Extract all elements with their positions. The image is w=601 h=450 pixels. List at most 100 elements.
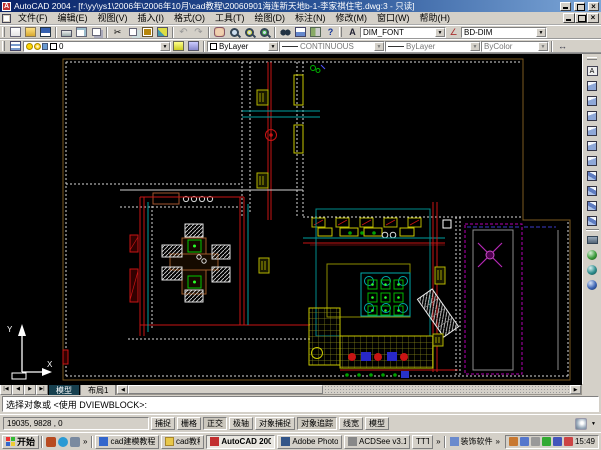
start-button[interactable]: 开始 bbox=[2, 435, 39, 449]
text-style-combo[interactable]: DIM_FONT bbox=[360, 27, 446, 38]
next-tab-button[interactable] bbox=[24, 384, 36, 395]
toggle-snap[interactable]: 捕捉 bbox=[151, 417, 175, 430]
toggle-grid[interactable]: 栅格 bbox=[177, 417, 201, 430]
make-object-layer-current-button[interactable] bbox=[171, 40, 186, 53]
chevron-down-icon[interactable] bbox=[268, 42, 278, 51]
toolbar-grip[interactable] bbox=[2, 27, 5, 37]
status-tray-menu-icon[interactable] bbox=[589, 421, 598, 427]
first-tab-button[interactable] bbox=[0, 384, 12, 395]
match-properties-button[interactable] bbox=[155, 26, 170, 39]
task-acdsee[interactable]: ACDSee v3.1... bbox=[344, 435, 410, 449]
dimension-linear-button[interactable] bbox=[555, 40, 570, 53]
toggle-polar[interactable]: 极轴 bbox=[229, 417, 253, 430]
scroll-left-icon[interactable]: ◀ bbox=[117, 385, 128, 394]
drawing-canvas[interactable]: Y X bbox=[0, 54, 582, 385]
chevron-down-icon[interactable] bbox=[538, 42, 548, 51]
camera-button[interactable] bbox=[584, 232, 601, 247]
shade-button[interactable] bbox=[584, 277, 601, 292]
tab-layout1[interactable]: 布局1 bbox=[80, 384, 116, 395]
dim-style-combo[interactable]: BD-DIM bbox=[461, 27, 547, 38]
back-view-button[interactable] bbox=[584, 153, 601, 168]
menu-draw[interactable]: 绘图(D) bbox=[250, 12, 291, 25]
ne-isometric-button[interactable] bbox=[584, 198, 601, 213]
deskband-overflow-chevron[interactable]: » bbox=[495, 437, 501, 446]
paste-button[interactable] bbox=[140, 26, 155, 39]
toolbar-grip[interactable] bbox=[587, 57, 597, 60]
desk-band[interactable]: 装饰软件 » bbox=[448, 436, 503, 447]
tray-icon-4[interactable] bbox=[542, 437, 551, 446]
top-view-button[interactable] bbox=[584, 78, 601, 93]
se-isometric-button[interactable] bbox=[584, 183, 601, 198]
tab-model[interactable]: 模型 bbox=[48, 384, 80, 395]
3d-continuous-orbit-button[interactable] bbox=[584, 262, 601, 277]
scrollbar-thumb[interactable] bbox=[128, 385, 323, 394]
last-tab-button[interactable] bbox=[36, 384, 48, 395]
right-view-button[interactable] bbox=[584, 123, 601, 138]
tray-icon-2[interactable] bbox=[520, 437, 529, 446]
previous-tab-button[interactable] bbox=[12, 384, 24, 395]
menu-view[interactable]: 视图(V) bbox=[93, 12, 133, 25]
publish-button[interactable] bbox=[89, 26, 104, 39]
quicklaunch-icon-1[interactable] bbox=[46, 437, 56, 447]
redo-button[interactable] bbox=[191, 26, 206, 39]
sw-isometric-button[interactable] bbox=[584, 168, 601, 183]
front-view-button[interactable] bbox=[584, 138, 601, 153]
pan-realtime-button[interactable] bbox=[212, 26, 227, 39]
copy-button[interactable] bbox=[125, 26, 140, 39]
properties-button[interactable] bbox=[293, 26, 308, 39]
color-combo[interactable]: ByLayer bbox=[207, 41, 279, 52]
help-button[interactable] bbox=[323, 26, 338, 39]
menu-help[interactable]: 帮助(H) bbox=[415, 12, 456, 25]
tray-icon-6[interactable] bbox=[564, 437, 573, 446]
open-button[interactable] bbox=[23, 26, 38, 39]
named-views-button[interactable] bbox=[584, 63, 601, 78]
menu-file[interactable]: 文件(F) bbox=[13, 12, 53, 25]
toolbar-grip[interactable] bbox=[2, 41, 5, 51]
zoom-realtime-button[interactable] bbox=[227, 26, 242, 39]
tray-icon-5[interactable] bbox=[553, 437, 562, 446]
close-button[interactable] bbox=[588, 2, 599, 11]
3d-orbit-button[interactable] bbox=[584, 247, 601, 262]
menu-insert[interactable]: 插入(I) bbox=[133, 12, 170, 25]
text-style-button[interactable] bbox=[345, 26, 360, 39]
command-line-input[interactable]: 选择对象或 <使用 DVIEWBLOCK>: bbox=[2, 396, 599, 412]
chevron-down-icon[interactable] bbox=[435, 28, 445, 37]
doc-minimize-button[interactable] bbox=[563, 13, 575, 23]
quicklaunch-icon-3[interactable] bbox=[70, 437, 80, 447]
toggle-ortho[interactable]: 正交 bbox=[203, 417, 227, 430]
coordinate-readout[interactable]: 19035, 9828 , 0 bbox=[3, 417, 149, 430]
quicklaunch-icon-2[interactable] bbox=[58, 437, 68, 447]
menu-dimension[interactable]: 标注(N) bbox=[290, 12, 331, 25]
menu-edit[interactable]: 编辑(E) bbox=[53, 12, 93, 25]
find-button[interactable] bbox=[278, 26, 293, 39]
toggle-lineweight[interactable]: 线宽 bbox=[339, 417, 363, 430]
horizontal-scrollbar[interactable]: ◀ ▶ bbox=[116, 384, 582, 395]
plot-button[interactable] bbox=[59, 26, 74, 39]
designcenter-button[interactable] bbox=[308, 26, 323, 39]
chevron-down-icon[interactable] bbox=[374, 42, 384, 51]
bottom-view-button[interactable] bbox=[584, 93, 601, 108]
dim-style-button[interactable] bbox=[446, 26, 461, 39]
task-cad-folder[interactable]: cad教程 bbox=[161, 435, 204, 449]
toggle-model[interactable]: 模型 bbox=[365, 417, 389, 430]
cut-button[interactable] bbox=[110, 26, 125, 39]
doc-restore-button[interactable] bbox=[575, 13, 587, 23]
chevron-down-icon[interactable] bbox=[470, 42, 480, 51]
toolbar-grip[interactable] bbox=[339, 27, 342, 37]
chevron-down-icon[interactable] bbox=[536, 28, 546, 37]
task-ttt[interactable]: TTT bbox=[412, 435, 433, 449]
tray-icon-1[interactable] bbox=[509, 437, 518, 446]
menu-format[interactable]: 格式(O) bbox=[169, 12, 210, 25]
tray-icon-3[interactable] bbox=[531, 437, 540, 446]
scroll-right-icon[interactable]: ▶ bbox=[570, 385, 581, 394]
save-button[interactable] bbox=[38, 26, 53, 39]
lineweight-combo[interactable]: ByLayer bbox=[385, 41, 481, 52]
new-button[interactable] bbox=[8, 26, 23, 39]
undo-button[interactable] bbox=[176, 26, 191, 39]
communication-center-icon[interactable] bbox=[575, 418, 587, 430]
zoom-previous-button[interactable] bbox=[257, 26, 272, 39]
layer-properties-manager-button[interactable] bbox=[8, 40, 23, 53]
toggle-otrack[interactable]: 对象追踪 bbox=[297, 417, 337, 430]
menu-window[interactable]: 窗口(W) bbox=[372, 12, 415, 25]
layer-previous-button[interactable] bbox=[186, 40, 201, 53]
